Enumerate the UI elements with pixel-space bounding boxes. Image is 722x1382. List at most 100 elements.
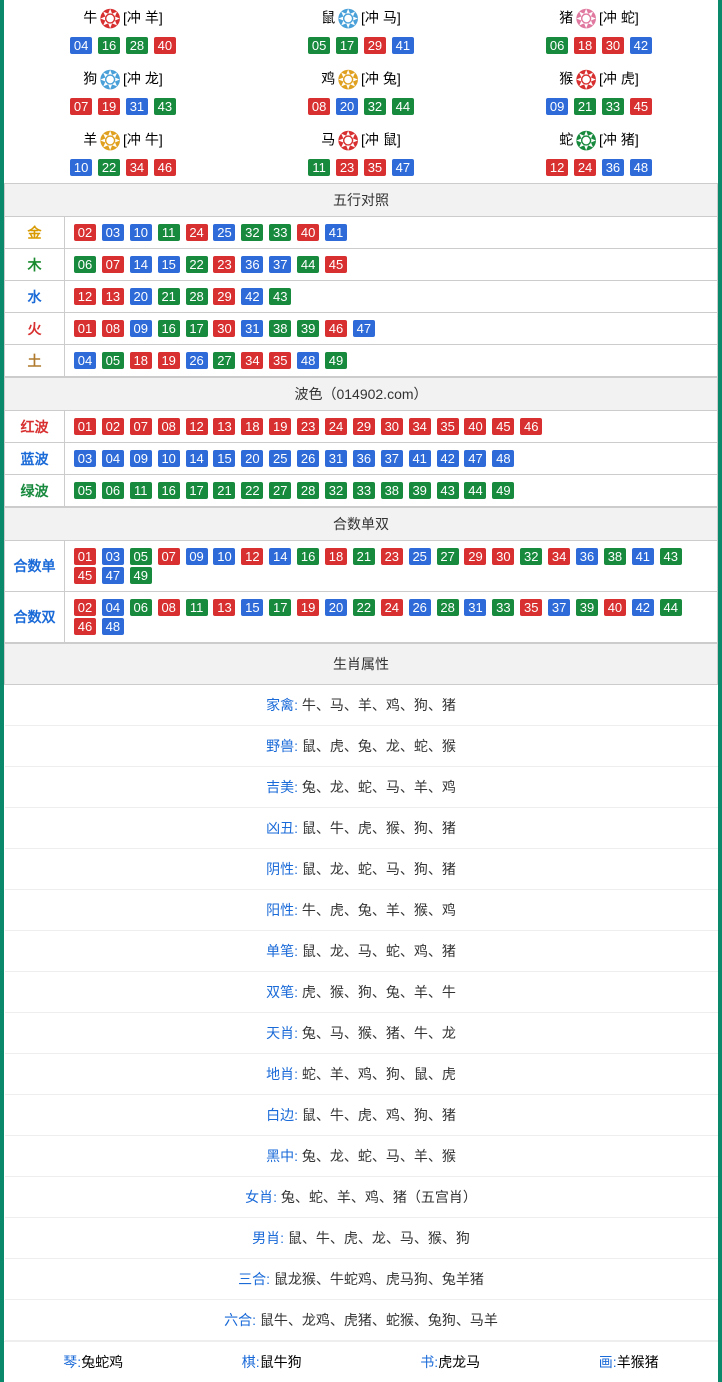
bose-1-ball-4: 14 [186, 450, 208, 467]
wuxing-label-1: 木 [5, 249, 65, 281]
zodiac-3-ball-2: 31 [126, 98, 148, 115]
heshu-0-ball-6: 12 [241, 548, 263, 565]
attr-row-0: 家禽: 牛、马、羊、鸡、狗、猪 [5, 685, 718, 726]
wuxing-1-ball-4: 22 [186, 256, 208, 273]
zodiac-cell-5: 猴❂[冲 虎]09 21 33 45 [480, 61, 718, 122]
wuxing-0-ball-2: 10 [130, 224, 152, 241]
bose-0-ball-6: 18 [241, 418, 263, 435]
attr-label-12: 女肖: [245, 1189, 281, 1205]
heshu-0-ball-18: 36 [576, 548, 598, 565]
wuxing-balls-4: 04 05 18 19 26 27 34 35 48 49 [65, 345, 718, 377]
bose-0-ball-15: 45 [492, 418, 514, 435]
attr-val-10: 鼠、牛、虎、鸡、狗、猪 [302, 1107, 456, 1123]
zodiac-7-ball-0: 11 [308, 159, 330, 176]
four-val-3: 羊猴猪 [617, 1354, 659, 1370]
bose-0-ball-7: 19 [269, 418, 291, 435]
zodiac-name-8: 蛇 [559, 132, 573, 148]
attr-val-14: 鼠龙猴、牛蛇鸡、虎马狗、兔羊猪 [274, 1271, 484, 1287]
zodiac-icon-6: ❂ [99, 128, 121, 154]
wuxing-3-ball-10: 47 [353, 320, 375, 337]
bose-2-ball-13: 43 [437, 482, 459, 499]
bose-1-ball-9: 31 [325, 450, 347, 467]
zodiac-name-7: 马 [321, 132, 335, 148]
heshu-0-ball-3: 07 [158, 548, 180, 565]
attr-row-3: 凶丑: 鼠、牛、虎、猴、狗、猪 [5, 808, 718, 849]
heshu-1-ball-8: 19 [297, 599, 319, 616]
wuxing-1-ball-3: 15 [158, 256, 180, 273]
wuxing-label-4: 土 [5, 345, 65, 377]
heshu-0-ball-10: 21 [353, 548, 375, 565]
heshu-0-ball-22: 45 [74, 567, 96, 584]
heshu-1-ball-19: 40 [604, 599, 626, 616]
attr-val-0: 牛、马、羊、鸡、狗、猪 [302, 697, 456, 713]
wuxing-3-ball-0: 01 [74, 320, 96, 337]
heshu-0-ball-5: 10 [213, 548, 235, 565]
bose-2-ball-8: 28 [297, 482, 319, 499]
wuxing-1-ball-6: 36 [241, 256, 263, 273]
bose-2-ball-6: 22 [241, 482, 263, 499]
bose-0-ball-13: 35 [437, 418, 459, 435]
heshu-1-ball-13: 28 [437, 599, 459, 616]
heshu-1-ball-17: 37 [548, 599, 570, 616]
bose-2-ball-12: 39 [409, 482, 431, 499]
bose-1-ball-13: 42 [437, 450, 459, 467]
wuxing-label-3: 火 [5, 313, 65, 345]
wuxing-4-ball-0: 04 [74, 352, 96, 369]
zodiac-4-ball-3: 44 [392, 98, 414, 115]
attr-label-1: 野兽: [266, 738, 302, 754]
four-val-0: 兔蛇鸡 [81, 1354, 123, 1370]
heshu-1-ball-16: 35 [520, 599, 542, 616]
bose-label-1: 蓝波 [5, 443, 65, 475]
wuxing-0-ball-6: 32 [241, 224, 263, 241]
wuxing-1-ball-0: 06 [74, 256, 96, 273]
zodiac-2-ball-3: 42 [630, 37, 652, 54]
zodiac-0-ball-3: 40 [154, 37, 176, 54]
attr-row-11: 黑中: 兔、龙、蛇、马、羊、猴 [5, 1136, 718, 1177]
zodiac-balls-8: 12 24 36 48 [545, 158, 653, 177]
heshu-1-ball-21: 44 [660, 599, 682, 616]
zodiac-7-ball-1: 23 [336, 159, 358, 176]
zodiac-0-ball-0: 04 [70, 37, 92, 54]
heshu-1-ball-5: 13 [213, 599, 235, 616]
wuxing-0-ball-9: 41 [325, 224, 347, 241]
bose-1-ball-15: 48 [492, 450, 514, 467]
heshu-0-ball-8: 16 [297, 548, 319, 565]
attr-val-7: 虎、猴、狗、兔、羊、牛 [302, 984, 456, 1000]
zodiac-7-ball-2: 35 [364, 159, 386, 176]
bose-1-ball-14: 47 [464, 450, 486, 467]
zodiac-icon-5: ❂ [575, 67, 597, 93]
zodiac-8-ball-2: 36 [602, 159, 624, 176]
attr-label-3: 凶丑: [266, 820, 302, 836]
wuxing-1-ball-8: 44 [297, 256, 319, 273]
bose-0-ball-2: 07 [130, 418, 152, 435]
zodiac-balls-4: 08 20 32 44 [307, 97, 415, 116]
bose-1-ball-3: 10 [158, 450, 180, 467]
zodiac-6-ball-2: 34 [126, 159, 148, 176]
zodiac-conflict-1: [冲 马] [361, 10, 401, 26]
attr-label-9: 地肖: [266, 1066, 302, 1082]
zodiac-5-ball-2: 33 [602, 98, 624, 115]
attr-val-15: 鼠牛、龙鸡、虎猪、蛇猴、兔狗、马羊 [260, 1312, 498, 1328]
zodiac-3-ball-3: 43 [154, 98, 176, 115]
wuxing-0-ball-0: 02 [74, 224, 96, 241]
zodiac-name-3: 狗 [83, 71, 97, 87]
zodiac-balls-6: 10 22 34 46 [69, 158, 177, 177]
bose-1-ball-2: 09 [130, 450, 152, 467]
heshu-1-ball-7: 17 [269, 599, 291, 616]
zodiac-icon-8: ❂ [575, 128, 597, 154]
bose-2-ball-1: 06 [102, 482, 124, 499]
zodiac-icon-2: ❂ [575, 6, 597, 32]
wuxing-0-ball-8: 40 [297, 224, 319, 241]
attr-row-1: 野兽: 鼠、虎、兔、龙、蛇、猴 [5, 726, 718, 767]
zodiac-conflict-7: [冲 鼠] [361, 132, 401, 148]
zodiac-cell-7: 马❂[冲 鼠]11 23 35 47 [242, 122, 480, 183]
wuxing-2-ball-0: 12 [74, 288, 96, 305]
heshu-0-ball-12: 25 [409, 548, 431, 565]
wuxing-2-ball-5: 29 [213, 288, 235, 305]
four-label-3: 画: [599, 1354, 617, 1370]
attr-label-5: 阳性: [266, 902, 302, 918]
heshu-0-ball-15: 30 [492, 548, 514, 565]
heshu-header: 合数单双 [5, 508, 718, 541]
zodiac-icon-0: ❂ [99, 6, 121, 32]
zodiac-cell-1: 鼠❂[冲 马]05 17 29 41 [242, 0, 480, 61]
